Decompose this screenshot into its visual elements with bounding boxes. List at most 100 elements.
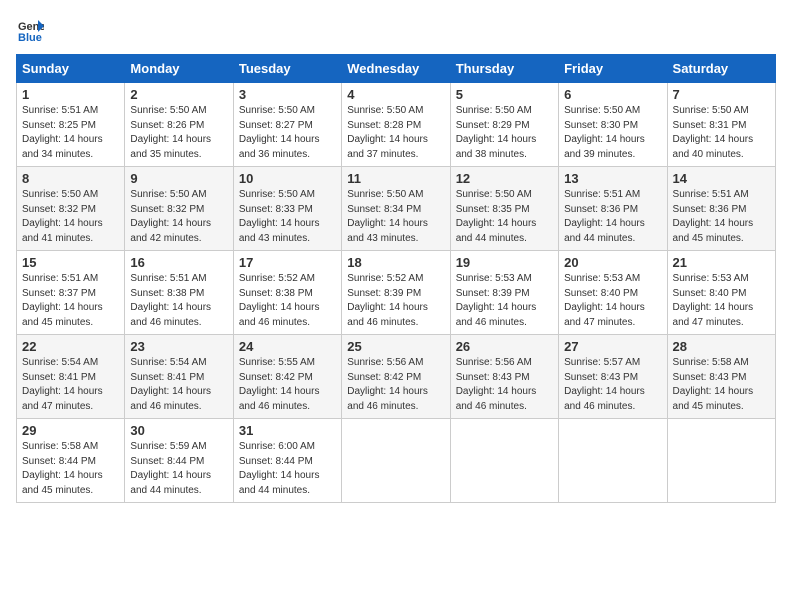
weekday-header-thursday: Thursday	[450, 55, 558, 83]
calendar-cell: 16 Sunrise: 5:51 AMSunset: 8:38 PMDayligh…	[125, 251, 233, 335]
day-number: 13	[564, 171, 661, 186]
day-number: 30	[130, 423, 227, 438]
calendar-cell: 5 Sunrise: 5:50 AMSunset: 8:29 PMDaylight…	[450, 83, 558, 167]
day-number: 1	[22, 87, 119, 102]
calendar-cell: 9 Sunrise: 5:50 AMSunset: 8:32 PMDaylight…	[125, 167, 233, 251]
calendar-cell: 18 Sunrise: 5:52 AMSunset: 8:39 PMDayligh…	[342, 251, 450, 335]
calendar-cell: 12Sunrise: 5:50 AMSunset: 8:35 PMDayligh…	[450, 167, 558, 251]
day-info: Sunrise: 5:50 AMSunset: 8:34 PMDaylight:…	[347, 189, 428, 244]
day-number: 29	[22, 423, 119, 438]
day-info: Sunrise: 5:50 AMSunset: 8:29 PMDaylight:…	[456, 105, 537, 160]
day-info: Sunrise: 5:56 AMSunset: 8:42 PMDaylight:…	[347, 357, 428, 412]
calendar-cell: 10 Sunrise: 5:50 AMSunset: 8:33 PMDayligh…	[233, 167, 341, 251]
day-number: 3	[239, 87, 336, 102]
calendar-week-row: 22 Sunrise: 5:54 AMSunset: 8:41 PMDayligh…	[17, 335, 776, 419]
calendar-table: SundayMondayTuesdayWednesdayThursdayFrid…	[16, 54, 776, 503]
day-info: Sunrise: 6:00 AMSunset: 8:44 PMDaylight:…	[239, 441, 320, 496]
day-info: Sunrise: 5:53 AMSunset: 8:40 PMDaylight:…	[564, 273, 645, 328]
calendar-cell	[342, 419, 450, 503]
day-info: Sunrise: 5:51 AMSunset: 8:25 PMDaylight:…	[22, 105, 103, 160]
day-number: 26	[456, 339, 553, 354]
calendar-cell: 3 Sunrise: 5:50 AMSunset: 8:27 PMDaylight…	[233, 83, 341, 167]
day-number: 28	[673, 339, 770, 354]
calendar-cell: 2 Sunrise: 5:50 AMSunset: 8:26 PMDaylight…	[125, 83, 233, 167]
day-number: 21	[673, 255, 770, 270]
day-number: 7	[673, 87, 770, 102]
day-number: 19	[456, 255, 553, 270]
day-number: 10	[239, 171, 336, 186]
calendar-cell: 27 Sunrise: 5:57 AMSunset: 8:43 PMDayligh…	[559, 335, 667, 419]
weekday-header-saturday: Saturday	[667, 55, 775, 83]
day-number: 4	[347, 87, 444, 102]
calendar-cell: 24Sunrise: 5:55 AMSunset: 8:42 PMDayligh…	[233, 335, 341, 419]
day-number: 15	[22, 255, 119, 270]
day-number: 5	[456, 87, 553, 102]
svg-text:Blue: Blue	[18, 32, 42, 44]
calendar-cell: 20Sunrise: 5:53 AMSunset: 8:40 PMDayligh…	[559, 251, 667, 335]
calendar-cell: 29 Sunrise: 5:58 AMSunset: 8:44 PMDayligh…	[17, 419, 125, 503]
day-number: 8	[22, 171, 119, 186]
calendar-cell: 25 Sunrise: 5:56 AMSunset: 8:42 PMDayligh…	[342, 335, 450, 419]
day-info: Sunrise: 5:50 AMSunset: 8:30 PMDaylight:…	[564, 105, 645, 160]
day-info: Sunrise: 5:51 AMSunset: 8:38 PMDaylight:…	[130, 273, 211, 328]
logo-icon: General Blue	[16, 16, 44, 44]
calendar-cell: 15Sunrise: 5:51 AMSunset: 8:37 PMDayligh…	[17, 251, 125, 335]
calendar-header-row: SundayMondayTuesdayWednesdayThursdayFrid…	[17, 55, 776, 83]
page-header: General Blue	[16, 16, 776, 44]
day-number: 23	[130, 339, 227, 354]
day-info: Sunrise: 5:50 AMSunset: 8:32 PMDaylight:…	[130, 189, 211, 244]
day-info: Sunrise: 5:50 AMSunset: 8:32 PMDaylight:…	[22, 189, 103, 244]
day-number: 6	[564, 87, 661, 102]
weekday-header-tuesday: Tuesday	[233, 55, 341, 83]
day-number: 12	[456, 171, 553, 186]
calendar-cell	[667, 419, 775, 503]
day-number: 18	[347, 255, 444, 270]
day-info: Sunrise: 5:55 AMSunset: 8:42 PMDaylight:…	[239, 357, 320, 412]
day-info: Sunrise: 5:50 AMSunset: 8:27 PMDaylight:…	[239, 105, 320, 160]
day-number: 2	[130, 87, 227, 102]
calendar-cell: 11Sunrise: 5:50 AMSunset: 8:34 PMDayligh…	[342, 167, 450, 251]
day-info: Sunrise: 5:50 AMSunset: 8:28 PMDaylight:…	[347, 105, 428, 160]
weekday-header-monday: Monday	[125, 55, 233, 83]
calendar-week-row: 29 Sunrise: 5:58 AMSunset: 8:44 PMDayligh…	[17, 419, 776, 503]
calendar-cell: 31 Sunrise: 6:00 AMSunset: 8:44 PMDayligh…	[233, 419, 341, 503]
calendar-cell: 4 Sunrise: 5:50 AMSunset: 8:28 PMDaylight…	[342, 83, 450, 167]
calendar-cell: 14Sunrise: 5:51 AMSunset: 8:36 PMDayligh…	[667, 167, 775, 251]
day-info: Sunrise: 5:54 AMSunset: 8:41 PMDaylight:…	[130, 357, 211, 412]
weekday-header-wednesday: Wednesday	[342, 55, 450, 83]
calendar-week-row: 1 Sunrise: 5:51 AMSunset: 8:25 PMDaylight…	[17, 83, 776, 167]
day-info: Sunrise: 5:51 AMSunset: 8:36 PMDaylight:…	[564, 189, 645, 244]
day-number: 9	[130, 171, 227, 186]
calendar-cell	[559, 419, 667, 503]
day-number: 16	[130, 255, 227, 270]
calendar-cell: 23 Sunrise: 5:54 AMSunset: 8:41 PMDayligh…	[125, 335, 233, 419]
calendar-cell: 13 Sunrise: 5:51 AMSunset: 8:36 PMDayligh…	[559, 167, 667, 251]
day-info: Sunrise: 5:52 AMSunset: 8:39 PMDaylight:…	[347, 273, 428, 328]
calendar-cell: 28 Sunrise: 5:58 AMSunset: 8:43 PMDayligh…	[667, 335, 775, 419]
calendar-cell: 7 Sunrise: 5:50 AMSunset: 8:31 PMDaylight…	[667, 83, 775, 167]
day-info: Sunrise: 5:56 AMSunset: 8:43 PMDaylight:…	[456, 357, 537, 412]
day-info: Sunrise: 5:50 AMSunset: 8:31 PMDaylight:…	[673, 105, 754, 160]
day-info: Sunrise: 5:50 AMSunset: 8:26 PMDaylight:…	[130, 105, 211, 160]
calendar-cell	[450, 419, 558, 503]
day-number: 14	[673, 171, 770, 186]
day-info: Sunrise: 5:58 AMSunset: 8:44 PMDaylight:…	[22, 441, 103, 496]
day-number: 25	[347, 339, 444, 354]
day-info: Sunrise: 5:53 AMSunset: 8:40 PMDaylight:…	[673, 273, 754, 328]
calendar-week-row: 15Sunrise: 5:51 AMSunset: 8:37 PMDayligh…	[17, 251, 776, 335]
day-info: Sunrise: 5:59 AMSunset: 8:44 PMDaylight:…	[130, 441, 211, 496]
logo: General Blue	[16, 16, 48, 44]
day-number: 27	[564, 339, 661, 354]
calendar-week-row: 8 Sunrise: 5:50 AMSunset: 8:32 PMDaylight…	[17, 167, 776, 251]
calendar-cell: 26 Sunrise: 5:56 AMSunset: 8:43 PMDayligh…	[450, 335, 558, 419]
day-number: 31	[239, 423, 336, 438]
calendar-cell: 8 Sunrise: 5:50 AMSunset: 8:32 PMDaylight…	[17, 167, 125, 251]
day-info: Sunrise: 5:53 AMSunset: 8:39 PMDaylight:…	[456, 273, 537, 328]
calendar-body: 1 Sunrise: 5:51 AMSunset: 8:25 PMDaylight…	[17, 83, 776, 503]
calendar-cell: 30 Sunrise: 5:59 AMSunset: 8:44 PMDayligh…	[125, 419, 233, 503]
day-number: 22	[22, 339, 119, 354]
weekday-header-sunday: Sunday	[17, 55, 125, 83]
day-info: Sunrise: 5:50 AMSunset: 8:33 PMDaylight:…	[239, 189, 320, 244]
day-info: Sunrise: 5:57 AMSunset: 8:43 PMDaylight:…	[564, 357, 645, 412]
day-info: Sunrise: 5:58 AMSunset: 8:43 PMDaylight:…	[673, 357, 754, 412]
